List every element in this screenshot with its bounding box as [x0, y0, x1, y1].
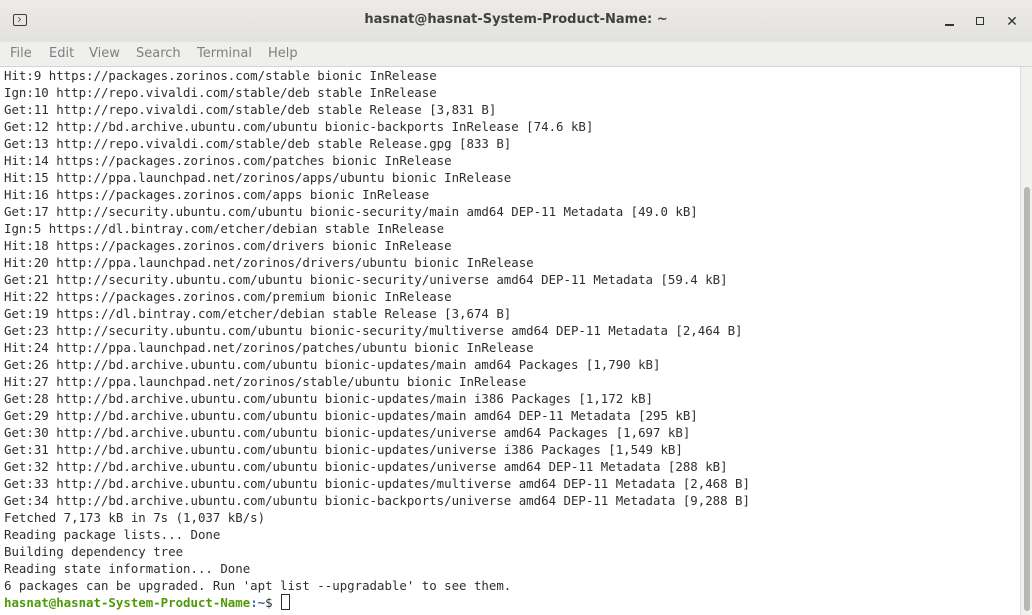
output-line: Get:32 http://bd.archive.ubuntu.com/ubun…	[4, 459, 728, 474]
menu-bar: File Edit View Search Terminal Help	[0, 42, 1032, 67]
output-line: Get:31 http://bd.archive.ubuntu.com/ubun…	[4, 442, 683, 457]
output-line: Ign:10 http://repo.vivaldi.com/stable/de…	[4, 85, 437, 100]
output-line: Hit:18 https://packages.zorinos.com/driv…	[4, 238, 452, 253]
close-icon: ✕	[1006, 14, 1018, 30]
output-line: Hit:20 http://ppa.launchpad.net/zorinos/…	[4, 255, 534, 270]
menu-search[interactable]: Search	[136, 46, 181, 61]
prompt-user: hasnat@hasnat-System-Product-Name	[4, 595, 251, 610]
output-line: Get:12 http://bd.archive.ubuntu.com/ubun…	[4, 119, 594, 134]
prompt-symbol: $	[265, 595, 281, 610]
text-cursor	[281, 594, 291, 610]
window-title: hasnat@hasnat-System-Product-Name: ~	[364, 12, 668, 27]
minimize-button[interactable]	[940, 12, 960, 32]
minimize-icon	[945, 24, 954, 26]
output-line: Get:23 http://security.ubuntu.com/ubuntu…	[4, 323, 743, 338]
maximize-button[interactable]	[971, 12, 991, 32]
menu-help[interactable]: Help	[268, 46, 298, 61]
terminal-output[interactable]: Hit:9 https://packages.zorinos.com/stabl…	[0, 67, 1020, 615]
output-line: Get:34 http://bd.archive.ubuntu.com/ubun…	[4, 493, 750, 508]
scrollbar-thumb[interactable]	[1024, 187, 1030, 611]
output-line: Hit:24 http://ppa.launchpad.net/zorinos/…	[4, 340, 534, 355]
output-line: Building dependency tree	[4, 544, 184, 559]
menu-file[interactable]: File	[10, 46, 32, 61]
output-line: Hit:16 https://packages.zorinos.com/apps…	[4, 187, 430, 202]
output-line: Get:19 https://dl.bintray.com/etcher/deb…	[4, 306, 512, 321]
output-line: Reading package lists... Done	[4, 527, 221, 542]
title-bar[interactable]: hasnat@hasnat-System-Product-Name: ~ ✕	[0, 0, 1032, 43]
output-line: Get:33 http://bd.archive.ubuntu.com/ubun…	[4, 476, 750, 491]
output-line: Get:17 http://security.ubuntu.com/ubuntu…	[4, 204, 698, 219]
output-line: Hit:27 http://ppa.launchpad.net/zorinos/…	[4, 374, 527, 389]
output-line: 6 packages can be upgraded. Run 'apt lis…	[4, 578, 512, 593]
output-line: Hit:15 http://ppa.launchpad.net/zorinos/…	[4, 170, 512, 185]
output-line: Hit:22 https://packages.zorinos.com/prem…	[4, 289, 452, 304]
menu-view[interactable]: View	[89, 46, 120, 61]
prompt-line[interactable]: hasnat@hasnat-System-Product-Name:~$	[4, 594, 291, 611]
output-line: Reading state information... Done	[4, 561, 251, 576]
output-line: Get:26 http://bd.archive.ubuntu.com/ubun…	[4, 357, 661, 372]
output-line: Get:11 http://repo.vivaldi.com/stable/de…	[4, 102, 497, 117]
output-line: Get:13 http://repo.vivaldi.com/stable/de…	[4, 136, 512, 151]
output-line: Fetched 7,173 kB in 7s (1,037 kB/s)	[4, 510, 266, 525]
terminal-window: hasnat@hasnat-System-Product-Name: ~ ✕ F…	[0, 0, 1032, 615]
output-line: Get:30 http://bd.archive.ubuntu.com/ubun…	[4, 425, 691, 440]
prompt-path: :~	[250, 595, 266, 610]
menu-edit[interactable]: Edit	[49, 46, 74, 61]
output-line: Get:29 http://bd.archive.ubuntu.com/ubun…	[4, 408, 698, 423]
output-line: Ign:5 https://dl.bintray.com/etcher/debi…	[4, 221, 445, 236]
output-line: Get:28 http://bd.archive.ubuntu.com/ubun…	[4, 391, 654, 406]
vertical-scrollbar[interactable]	[1020, 67, 1032, 615]
maximize-icon	[976, 17, 984, 25]
menu-terminal[interactable]: Terminal	[197, 46, 252, 61]
output-line: Get:21 http://security.ubuntu.com/ubuntu…	[4, 272, 728, 287]
close-button[interactable]: ✕	[1002, 12, 1022, 32]
output-line: Hit:9 https://packages.zorinos.com/stabl…	[4, 68, 437, 83]
output-line: Hit:14 https://packages.zorinos.com/patc…	[4, 153, 452, 168]
